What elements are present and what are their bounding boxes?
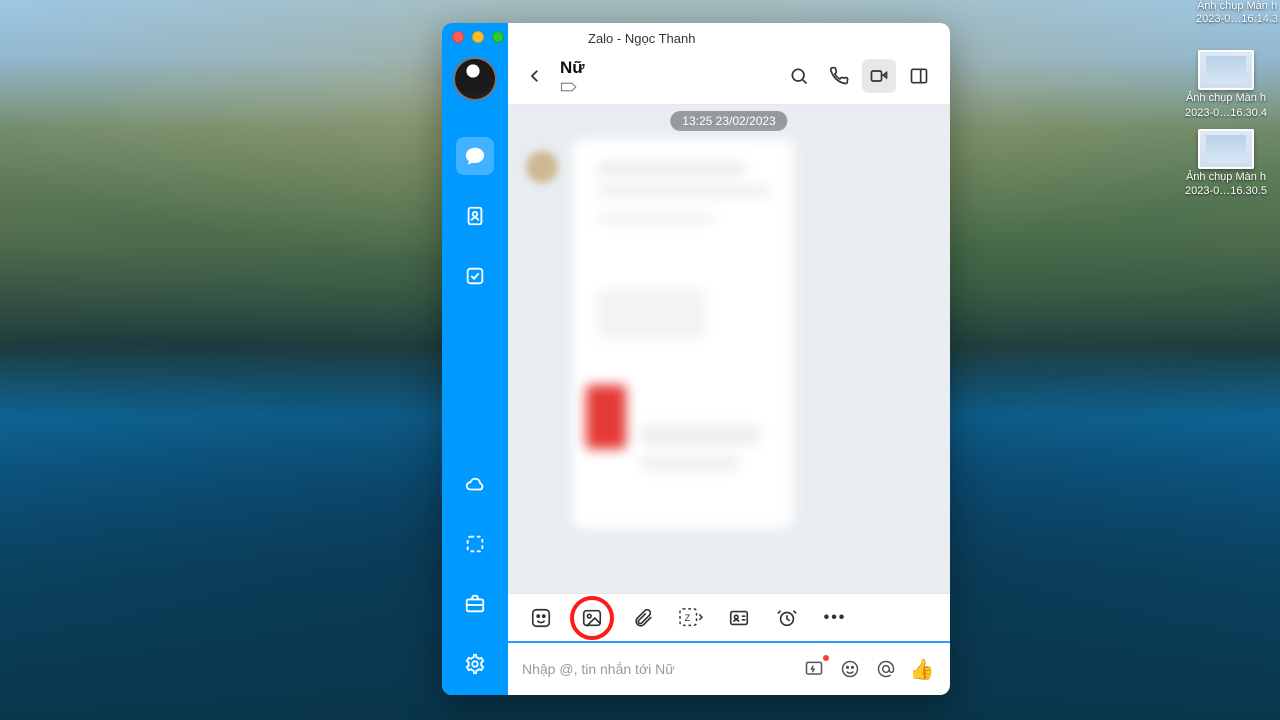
alarm-icon bbox=[776, 607, 798, 629]
emoji-button[interactable] bbox=[836, 655, 864, 683]
desktop-icon-label: Ảnh chụp Màn h bbox=[1186, 171, 1266, 184]
desktop-icon-label: Ảnh chụp Màn h 2023-0…16.14.3 bbox=[1196, 0, 1278, 25]
contacts-icon bbox=[464, 205, 486, 227]
video-icon bbox=[869, 66, 889, 86]
screenshot-button[interactable]: Z bbox=[676, 603, 706, 633]
at-icon bbox=[876, 659, 896, 679]
contact-card-button[interactable] bbox=[724, 603, 754, 633]
app-sidebar bbox=[442, 23, 508, 695]
sidebar-contacts-button[interactable] bbox=[456, 197, 494, 235]
reminder-button[interactable] bbox=[772, 603, 802, 633]
like-button[interactable]: 👍 bbox=[908, 655, 936, 683]
smile-icon bbox=[840, 659, 860, 679]
gear-icon bbox=[464, 653, 486, 675]
fullscreen-window-button[interactable] bbox=[492, 31, 504, 43]
lightning-chat-icon bbox=[804, 659, 824, 679]
sticker-button[interactable] bbox=[526, 603, 556, 633]
attachment-button[interactable] bbox=[628, 603, 658, 633]
more-button[interactable]: ••• bbox=[820, 603, 850, 633]
sticker-icon bbox=[530, 607, 552, 629]
desktop-file-icon[interactable]: Ảnh chụp Màn h 2023-0…16.30.4 bbox=[1176, 50, 1276, 119]
image-icon bbox=[581, 607, 603, 629]
close-window-button[interactable] bbox=[452, 31, 464, 43]
tag-icon[interactable] bbox=[560, 80, 585, 94]
search-icon bbox=[789, 66, 809, 86]
sidebar-panel-icon bbox=[909, 66, 929, 86]
check-square-icon bbox=[464, 265, 486, 287]
desktop-icon-sublabel: 2023-0…16.30.5 bbox=[1185, 185, 1267, 197]
screenshot-thumbnail-icon bbox=[1198, 129, 1254, 169]
chat-pane: Zalo - Ngọc Thanh Nữ bbox=[508, 23, 950, 695]
desktop-wallpaper: Ảnh chụp Màn h 2023-0…16.14.3 Ảnh chụp M… bbox=[0, 0, 1280, 720]
chat-header: Nữ bbox=[508, 47, 950, 105]
chat-messages-area[interactable]: 13:25 23/02/2023 bbox=[508, 105, 950, 593]
composer-toolbar: Z ••• bbox=[508, 593, 950, 641]
more-icon: ••• bbox=[824, 609, 847, 627]
sidebar-settings-button[interactable] bbox=[456, 645, 494, 683]
search-button[interactable] bbox=[782, 59, 816, 93]
paperclip-icon bbox=[632, 607, 654, 629]
chevron-left-icon bbox=[526, 67, 544, 85]
sidebar-chat-button[interactable] bbox=[456, 137, 494, 175]
sidebar-briefcase-button[interactable] bbox=[456, 585, 494, 623]
pdf-file-icon bbox=[586, 385, 626, 449]
desktop-icon-label: Ảnh chụp Màn h bbox=[1186, 92, 1266, 105]
capture-icon bbox=[464, 533, 486, 555]
desktop-icon-sublabel: 2023-0…16.30.4 bbox=[1185, 107, 1267, 119]
sidebar-screenshot-button[interactable] bbox=[456, 525, 494, 563]
window-title: Zalo - Ngọc Thanh bbox=[508, 31, 950, 46]
message-bubble[interactable] bbox=[572, 139, 794, 529]
voice-call-button[interactable] bbox=[822, 59, 856, 93]
phone-icon bbox=[829, 66, 849, 86]
desktop-file-icon[interactable]: Ảnh chụp Màn h 2023-0…16.30.5 bbox=[1176, 129, 1276, 198]
capture-z-icon: Z bbox=[678, 607, 704, 629]
message-input[interactable] bbox=[522, 661, 792, 677]
image-button[interactable] bbox=[574, 600, 610, 636]
window-controls bbox=[452, 31, 504, 43]
message-sender-avatar bbox=[526, 151, 558, 183]
message-composer: 👍 bbox=[508, 641, 950, 695]
back-button[interactable] bbox=[522, 63, 548, 89]
id-card-icon bbox=[727, 607, 751, 629]
label-icon bbox=[560, 80, 578, 94]
sidebar-todo-button[interactable] bbox=[456, 257, 494, 295]
cloud-icon bbox=[464, 473, 486, 495]
briefcase-icon bbox=[464, 593, 486, 615]
contact-name: Nữ bbox=[560, 58, 585, 78]
panel-toggle-button[interactable] bbox=[902, 59, 936, 93]
sidebar-cloud-button[interactable] bbox=[456, 465, 494, 503]
svg-text:Z: Z bbox=[685, 612, 691, 622]
quick-reply-button[interactable] bbox=[800, 655, 828, 683]
screenshot-thumbnail-icon bbox=[1198, 50, 1254, 90]
minimize-window-button[interactable] bbox=[472, 31, 484, 43]
thumbs-up-icon: 👍 bbox=[910, 657, 935, 682]
chat-icon bbox=[464, 145, 486, 167]
chat-timestamp: 13:25 23/02/2023 bbox=[670, 111, 787, 131]
zalo-app-window: Zalo - Ngọc Thanh Nữ bbox=[442, 23, 950, 695]
video-call-button[interactable] bbox=[862, 59, 896, 93]
mention-button[interactable] bbox=[872, 655, 900, 683]
user-avatar[interactable] bbox=[453, 57, 497, 101]
